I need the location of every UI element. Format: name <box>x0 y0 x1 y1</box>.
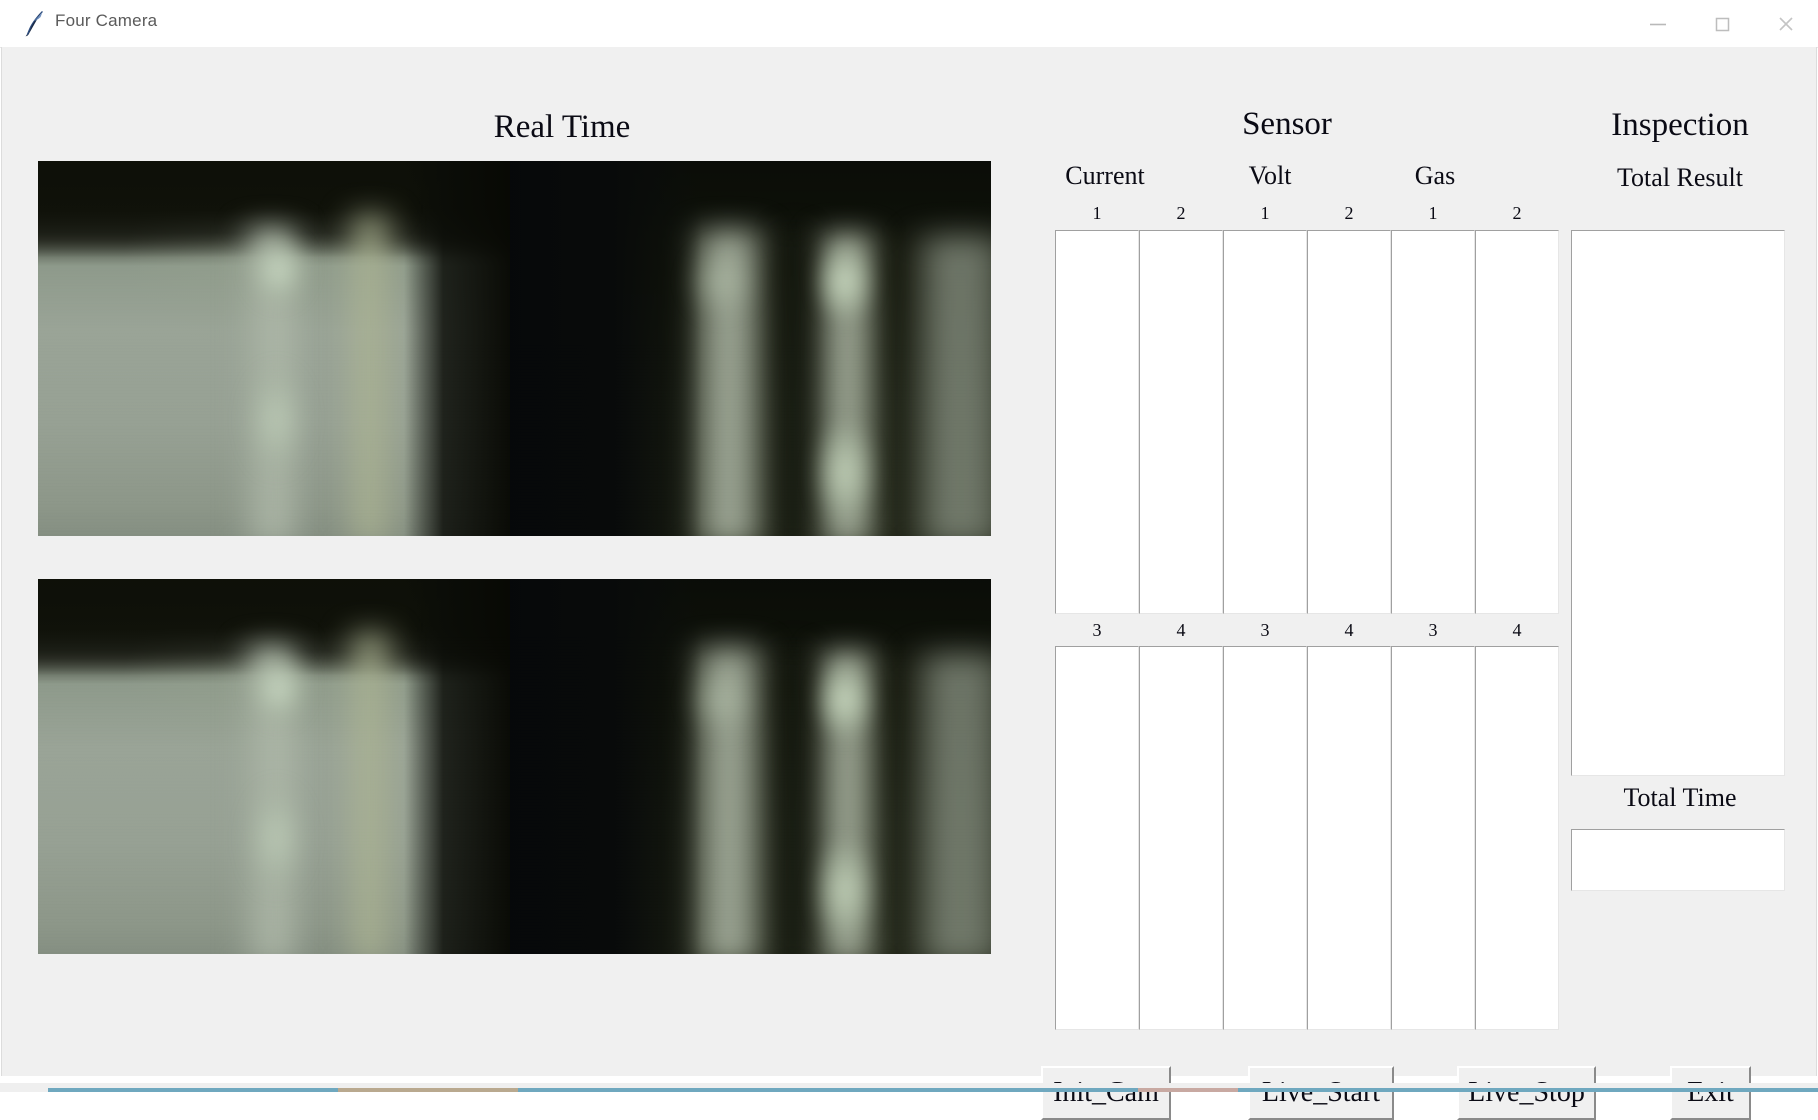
window-title: Four Camera <box>55 11 158 30</box>
sensor-col-header-gas-2: 2 <box>1512 203 1522 223</box>
camera-1-feed[interactable] <box>38 161 519 536</box>
live-stop-button[interactable]: Live_Stop <box>1457 1066 1596 1120</box>
sensor-entry-current-2[interactable] <box>1139 230 1223 614</box>
sensor-group-current-label: Current <box>1065 161 1145 190</box>
exit-button[interactable]: Exit <box>1670 1066 1751 1120</box>
sensor-entry-gas-3[interactable] <box>1391 646 1475 1030</box>
sensor-col-header-gas-1: 1 <box>1428 203 1438 223</box>
realtime-heading: Real Time <box>493 109 631 145</box>
feather-icon <box>22 8 48 38</box>
sensor-group-volt-label: Volt <box>1248 161 1292 190</box>
taskbar-sliver <box>0 1083 1818 1092</box>
total-result-box[interactable] <box>1571 230 1785 776</box>
init-cam-button[interactable]: Init_Cam <box>1041 1066 1171 1120</box>
window-controls <box>1626 0 1818 47</box>
live-start-button[interactable]: Live_Start <box>1248 1066 1394 1120</box>
sensor-entry-gas-4[interactable] <box>1475 646 1559 1030</box>
sensor-col-header-current-3: 3 <box>1092 620 1102 640</box>
total-time-label: Total Time <box>1623 783 1737 812</box>
sensor-entry-gas-1[interactable] <box>1391 230 1475 614</box>
total-result-label: Total Result <box>1616 163 1743 192</box>
camera-4-feed[interactable] <box>510 579 991 954</box>
camera-3-feed[interactable] <box>38 579 519 954</box>
sensor-col-header-current-1: 1 <box>1092 203 1102 223</box>
sensor-entry-current-4[interactable] <box>1139 646 1223 1030</box>
sensor-group-gas-label: Gas <box>1414 161 1456 190</box>
sensor-entry-current-3[interactable] <box>1055 646 1139 1030</box>
sensor-col-header-volt-2: 2 <box>1344 203 1354 223</box>
sensor-entry-volt-1[interactable] <box>1223 230 1307 614</box>
title-bar: Four Camera <box>0 0 1818 48</box>
sensor-col-header-volt-3: 3 <box>1260 620 1270 640</box>
camera-2-feed[interactable] <box>510 161 991 536</box>
sensor-entry-gas-2[interactable] <box>1475 230 1559 614</box>
application-window: Four Camera Real Time Ca <box>0 0 1818 1120</box>
sensor-entry-volt-2[interactable] <box>1307 230 1391 614</box>
sensor-heading: Sensor <box>1242 106 1332 142</box>
minimize-button[interactable] <box>1626 0 1690 47</box>
sensor-entry-volt-4[interactable] <box>1307 646 1391 1030</box>
inspection-heading: Inspection <box>1611 107 1749 143</box>
total-time-box[interactable] <box>1571 829 1785 891</box>
sensor-entry-current-1[interactable] <box>1055 230 1139 614</box>
sensor-col-header-volt-1: 1 <box>1260 203 1270 223</box>
sensor-col-header-volt-4: 4 <box>1344 620 1354 640</box>
sensor-entry-volt-3[interactable] <box>1223 646 1307 1030</box>
client-area: Real Time Camera 1 Camera 2 Camera 3 Cam… <box>1 47 1817 1120</box>
sensor-col-header-current-4: 4 <box>1176 620 1186 640</box>
sensor-col-header-gas-4: 4 <box>1512 620 1522 640</box>
sensor-col-header-gas-3: 3 <box>1428 620 1438 640</box>
maximize-button[interactable] <box>1690 0 1754 47</box>
sensor-col-header-current-2: 2 <box>1176 203 1186 223</box>
close-button[interactable] <box>1754 0 1818 47</box>
